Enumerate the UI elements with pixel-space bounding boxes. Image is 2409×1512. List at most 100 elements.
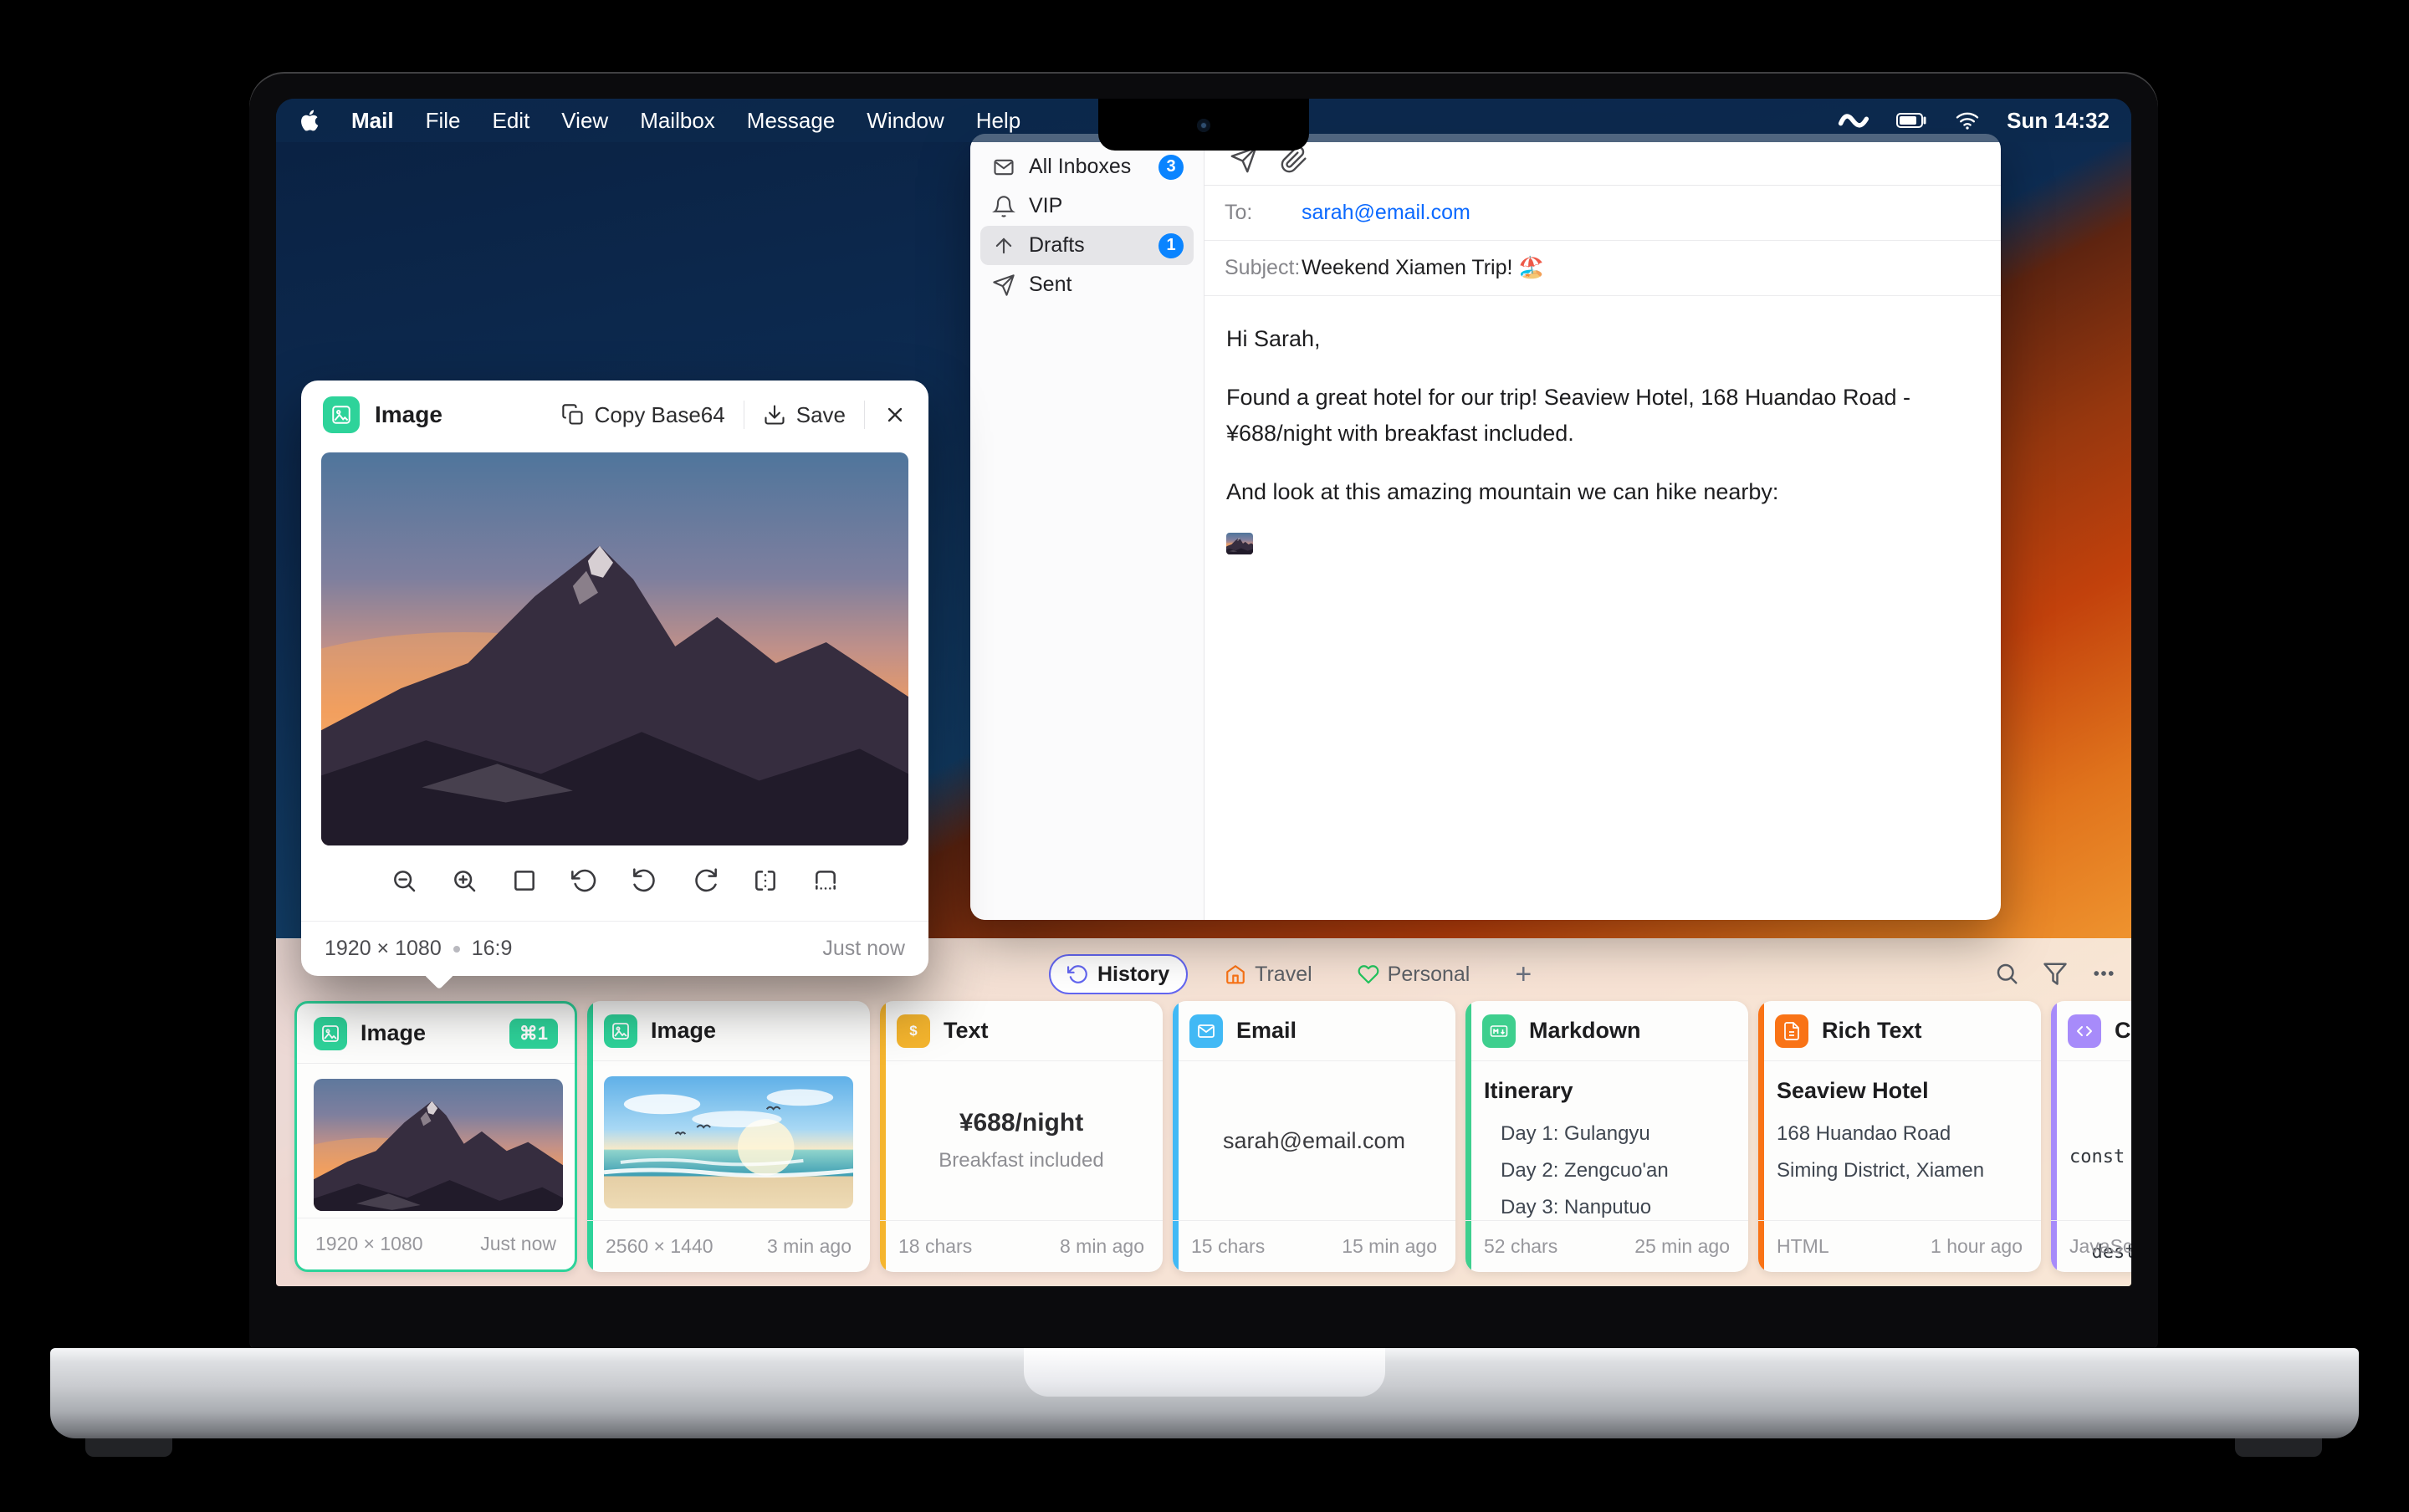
rotate-left-icon[interactable] — [632, 867, 658, 894]
camera-dot — [1197, 119, 1210, 132]
wave-logo-icon[interactable] — [1838, 110, 1869, 131]
image-dimensions: 1920 × 1080 — [325, 937, 442, 961]
tab-label: History — [1097, 963, 1169, 987]
sidebar-item-label: Sent — [1029, 273, 1072, 297]
laptop-base — [50, 1348, 2359, 1438]
bottom-panel-icon[interactable] — [812, 867, 839, 894]
menu-item-mailbox[interactable]: Mailbox — [640, 108, 715, 134]
copy-icon — [561, 403, 585, 427]
tab-history[interactable]: History — [1049, 954, 1188, 994]
popup-title: Image — [375, 401, 442, 428]
card-meta: 15 chars — [1191, 1235, 1265, 1258]
unread-badge: 3 — [1158, 155, 1184, 180]
history-icon — [1067, 963, 1089, 985]
clip-card-image-2[interactable]: Image 2560 × 1440 3 min ago — [587, 1001, 870, 1272]
tab-label: Personal — [1388, 963, 1470, 987]
card-meta: 18 chars — [898, 1235, 972, 1258]
message-body[interactable]: Hi Sarah, Found a great hotel for our tr… — [1204, 296, 2001, 580]
home-icon — [1225, 963, 1246, 985]
mail-window: All Inboxes 3 VIP Drafts 1 Sent — [970, 134, 2001, 920]
dot-separator — [453, 946, 460, 953]
add-tab-button[interactable]: + — [1506, 954, 1540, 994]
card-meta: 2560 × 1440 — [606, 1235, 713, 1258]
tab-label: Travel — [1255, 963, 1312, 987]
laptop-lid: Mail File Edit View Mailbox Message Wind… — [249, 72, 2158, 1350]
beach-thumbnail — [604, 1076, 853, 1208]
popup-footer: 1920 × 1080 16:9 Just now — [301, 921, 928, 976]
clip-card-code[interactable]: Code const trip = { dest: 'Xi days: 3, b… — [2051, 1001, 2131, 1272]
card-meta: 52 chars — [1484, 1235, 1557, 1258]
panel-actions — [1994, 961, 2116, 986]
battery-icon[interactable] — [1896, 112, 1928, 129]
fit-square-icon[interactable] — [511, 867, 538, 894]
save-button[interactable]: Save — [763, 402, 846, 428]
menu-item-message[interactable]: Message — [747, 108, 836, 134]
menu-bar-clock[interactable]: Sun 14:32 — [2007, 108, 2110, 134]
card-time: 15 min ago — [1342, 1235, 1437, 1258]
image-type-icon — [314, 1017, 347, 1050]
subject-label: Subject: — [1225, 256, 1302, 280]
subject-field[interactable]: Weekend Xiamen Trip! 🏖️ — [1302, 256, 1545, 280]
card-time: Just now — [480, 1233, 556, 1255]
popup-timestamp: Just now — [822, 937, 905, 961]
rotate-right-icon[interactable] — [692, 867, 719, 894]
body-paragraph: Found a great hotel for our trip! Seavie… — [1226, 380, 1979, 452]
clip-card-markdown[interactable]: Markdown Itinerary Day 1: Gulangyu Day 2… — [1465, 1001, 1748, 1272]
clip-card-rich-text[interactable]: Rich Text Seaview Hotel 168 Huandao Road… — [1758, 1001, 2041, 1272]
filter-icon[interactable] — [2043, 961, 2068, 986]
category-tabs: History Travel Personal + — [1049, 954, 1540, 994]
search-icon[interactable] — [1994, 961, 2019, 986]
tab-travel[interactable]: Travel — [1216, 954, 1321, 994]
mail-sidebar: All Inboxes 3 VIP Drafts 1 Sent — [970, 134, 1204, 920]
clipboard-history-panel: History Travel Personal + — [276, 938, 2131, 1286]
tab-personal[interactable]: Personal — [1349, 954, 1479, 994]
inline-mountain-image[interactable] — [1226, 533, 1253, 554]
more-icon[interactable] — [2091, 961, 2116, 986]
card-meta: 1920 × 1080 — [315, 1233, 423, 1255]
wifi-icon[interactable] — [1955, 110, 1980, 130]
card-email-value: sarah@email.com — [1223, 1128, 1405, 1154]
download-icon — [763, 403, 786, 427]
image-preview[interactable] — [321, 452, 908, 845]
rt-line: 168 Huandao Road — [1777, 1116, 2029, 1152]
close-button[interactable] — [883, 403, 907, 427]
menu-item-help[interactable]: Help — [976, 108, 1020, 134]
to-field[interactable]: sarah@email.com — [1302, 201, 1470, 225]
sidebar-item-sent[interactable]: Sent — [980, 265, 1194, 304]
svg-text:$: $ — [909, 1023, 918, 1039]
clip-card-image-1[interactable]: Image ⌘1 1920 × 1080 Just now — [294, 1001, 577, 1272]
card-time: 3 min ago — [767, 1235, 852, 1258]
sidebar-item-label: All Inboxes — [1029, 155, 1131, 179]
sidebar-item-all-inboxes[interactable]: All Inboxes 3 — [980, 147, 1194, 186]
mountain-thumbnail — [314, 1079, 563, 1211]
screen: Mail File Edit View Mailbox Message Wind… — [276, 99, 2131, 1286]
zoom-in-icon[interactable] — [451, 867, 478, 894]
clip-card-email[interactable]: Email sarah@email.com 15 chars 15 min ag… — [1173, 1001, 1455, 1272]
card-time: 1 hour ago — [1931, 1235, 2023, 1258]
zoom-out-icon[interactable] — [391, 867, 417, 894]
display-notch — [1098, 99, 1309, 151]
md-line: Day 1: Gulangyu — [1484, 1116, 1736, 1152]
card-title: Rich Text — [1822, 1018, 1922, 1044]
card-title: Image — [651, 1018, 716, 1044]
heart-icon — [1358, 963, 1379, 985]
save-label: Save — [796, 402, 846, 428]
sidebar-item-drafts[interactable]: Drafts 1 — [980, 226, 1194, 265]
card-text-sub: Breakfast included — [939, 1149, 1103, 1172]
menu-item-edit[interactable]: Edit — [492, 108, 529, 134]
menu-item-view[interactable]: View — [561, 108, 608, 134]
to-row: To: sarah@email.com — [1204, 186, 2001, 241]
menu-item-window[interactable]: Window — [867, 108, 944, 134]
sidebar-item-vip[interactable]: VIP — [980, 186, 1194, 226]
crop-brackets-icon[interactable] — [752, 867, 779, 894]
copy-base64-button[interactable]: Copy Base64 — [561, 402, 725, 428]
popup-header: Image Copy Base64 Save — [301, 381, 928, 449]
image-type-icon — [323, 396, 360, 433]
menu-item-mail[interactable]: Mail — [351, 108, 394, 134]
rt-line: Siming District, Xiamen — [1777, 1152, 2029, 1189]
apple-menu-icon[interactable] — [298, 108, 320, 133]
clip-card-text[interactable]: $ Text ¥688/night Breakfast included 18 … — [880, 1001, 1163, 1272]
card-title: Markdown — [1529, 1018, 1641, 1044]
menu-item-file[interactable]: File — [426, 108, 461, 134]
undo-rotate-icon[interactable] — [571, 867, 598, 894]
